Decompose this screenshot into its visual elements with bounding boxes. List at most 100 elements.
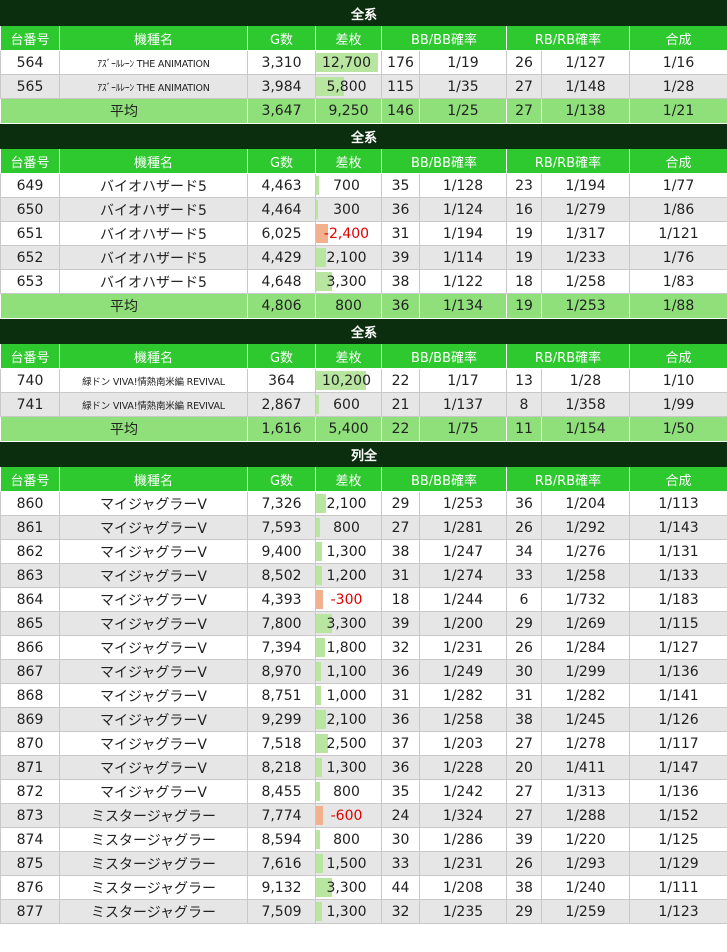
difference-cell: -600 (315, 803, 382, 828)
bb-count: 30 (381, 827, 420, 852)
header-rb: RB/RB確率 (506, 343, 630, 369)
table-row: 862 マイジャグラーV 9,400 1,300 38 1/247 34 1/276 1/131 (0, 539, 727, 564)
rb-rate: 1/313 (541, 779, 630, 804)
bb-rate: 1/203 (419, 731, 507, 756)
header-difference: 差枚 (315, 148, 382, 174)
bb-rate: 1/194 (419, 221, 507, 246)
section-header: 全系 (0, 0, 727, 26)
rb-count: 19 (506, 245, 542, 270)
table-row: 871 マイジャグラーV 8,218 1,300 36 1/228 20 1/411 1/147 (0, 755, 727, 780)
table-row: 741 緑ドン VIVA!情熱南米編 REVIVAL 2,867 600 21 1/137… (0, 392, 727, 417)
table-row: 864 マイジャグラーV 4,393 -300 18 1/244 6 1/732 1/183 (0, 587, 727, 612)
machine-number: 860 (0, 491, 60, 516)
column-header-row: 台番号 機種名 G数 差枚 BB/BB確率 RB/RB確率 合成 (0, 148, 727, 174)
average-row: 平均 4,806 800 36 1/134 19 1/253 1/88 (0, 293, 727, 319)
bb-rate: 1/114 (419, 245, 507, 270)
table-row: 653 バイオハザード5 4,648 3,300 38 1/122 18 1/258 1/83 (0, 269, 727, 294)
header-machine-name: 機種名 (59, 148, 248, 174)
game-count: 3,984 (247, 74, 316, 99)
bb-rate: 1/200 (419, 611, 507, 636)
difference-value: 1,100 (326, 663, 367, 680)
difference-cell: 1,800 (315, 635, 382, 660)
rb-count: 33 (506, 563, 542, 588)
average-bb: 36 (381, 293, 420, 319)
average-rb-rate: 1/138 (541, 98, 630, 124)
difference-bar (316, 758, 323, 777)
table-row: 861 マイジャグラーV 7,593 800 27 1/281 26 1/292 1/143 (0, 515, 727, 540)
rb-count: 34 (506, 539, 542, 564)
total-rate: 1/86 (628, 197, 727, 222)
table-row: 651 バイオハザード5 6,025 -2,400 31 1/194 19 1/317 1/12… (0, 221, 727, 246)
rb-rate: 1/220 (541, 827, 630, 852)
table-row: 740 緑ドン VIVA!情熱南米編 REVIVAL 364 10,200 22 1/17… (0, 368, 727, 393)
rb-count: 19 (506, 221, 542, 246)
total-rate: 1/16 (628, 50, 727, 75)
header-machine-name: 機種名 (59, 25, 248, 51)
machine-number: 868 (0, 683, 60, 708)
machine-name: マイジャグラーV (59, 779, 248, 804)
difference-value: -2,400 (323, 225, 370, 242)
section-header: 全系 (0, 318, 727, 344)
difference-cell: 800 (315, 827, 382, 852)
machine-data-page: 全系 台番号 機種名 G数 差枚 BB/BB確率 RB/RB確率 合成 564 ｱｽﾞｰﾙﾚｰﾝ … (0, 0, 727, 924)
difference-bar (316, 638, 325, 657)
section-title: 全系 (0, 318, 727, 344)
machine-number: 565 (0, 74, 60, 99)
bb-rate: 1/231 (419, 635, 507, 660)
difference-value: 2,500 (326, 735, 367, 752)
rb-count: 8 (506, 392, 542, 417)
machine-number: 877 (0, 899, 60, 924)
header-number: 台番号 (0, 25, 60, 51)
difference-cell: 3,300 (315, 269, 382, 294)
game-count: 4,648 (247, 269, 316, 294)
game-count: 3,310 (247, 50, 316, 75)
rb-count: 27 (506, 779, 542, 804)
machine-name: マイジャグラーV (59, 659, 248, 684)
bb-count: 21 (381, 392, 420, 417)
rb-rate: 1/127 (541, 50, 630, 75)
bb-rate: 1/324 (419, 803, 507, 828)
machine-number: 874 (0, 827, 60, 852)
rb-count: 29 (506, 899, 542, 924)
column-header-row: 台番号 機種名 G数 差枚 BB/BB確率 RB/RB確率 合成 (0, 343, 727, 369)
difference-bar (316, 710, 327, 729)
bb-rate: 1/282 (419, 683, 507, 708)
difference-value: 2,100 (326, 495, 367, 512)
average-rb-rate: 1/253 (541, 293, 630, 319)
total-rate: 1/126 (628, 707, 727, 732)
table-row: 875 ミスタージャグラー 7,616 1,500 33 1/231 26 1/293 1/12… (0, 851, 727, 876)
rb-rate: 1/732 (541, 587, 630, 612)
difference-value: 700 (333, 177, 360, 194)
game-count: 9,299 (247, 707, 316, 732)
total-rate: 1/115 (628, 611, 727, 636)
bb-count: 44 (381, 875, 420, 900)
difference-cell: 1,200 (315, 563, 382, 588)
header-machine-name: 機種名 (59, 466, 248, 492)
difference-value: 3,300 (326, 273, 367, 290)
bb-rate: 1/124 (419, 197, 507, 222)
bb-rate: 1/247 (419, 539, 507, 564)
machine-number: 866 (0, 635, 60, 660)
rb-rate: 1/258 (541, 269, 630, 294)
difference-cell: 1,000 (315, 683, 382, 708)
table-row: 874 ミスタージャグラー 8,594 800 30 1/286 39 1/220 1/125 (0, 827, 727, 852)
machine-number: 870 (0, 731, 60, 756)
header-games: G数 (247, 343, 316, 369)
machine-name: マイジャグラーV (59, 563, 248, 588)
bb-count: 38 (381, 269, 420, 294)
header-total: 合成 (628, 466, 727, 492)
bb-rate: 1/258 (419, 707, 507, 732)
rb-rate: 1/282 (541, 683, 630, 708)
rb-rate: 1/411 (541, 755, 630, 780)
rb-rate: 1/204 (541, 491, 630, 516)
difference-cell: 600 (315, 392, 382, 417)
rb-count: 27 (506, 803, 542, 828)
average-bb: 146 (381, 98, 420, 124)
bb-count: 31 (381, 221, 420, 246)
machine-name: バイオハザード5 (59, 221, 248, 246)
bb-count: 39 (381, 611, 420, 636)
rb-count: 31 (506, 683, 542, 708)
total-rate: 1/136 (628, 779, 727, 804)
average-rb: 27 (506, 98, 542, 124)
bb-count: 32 (381, 899, 420, 924)
